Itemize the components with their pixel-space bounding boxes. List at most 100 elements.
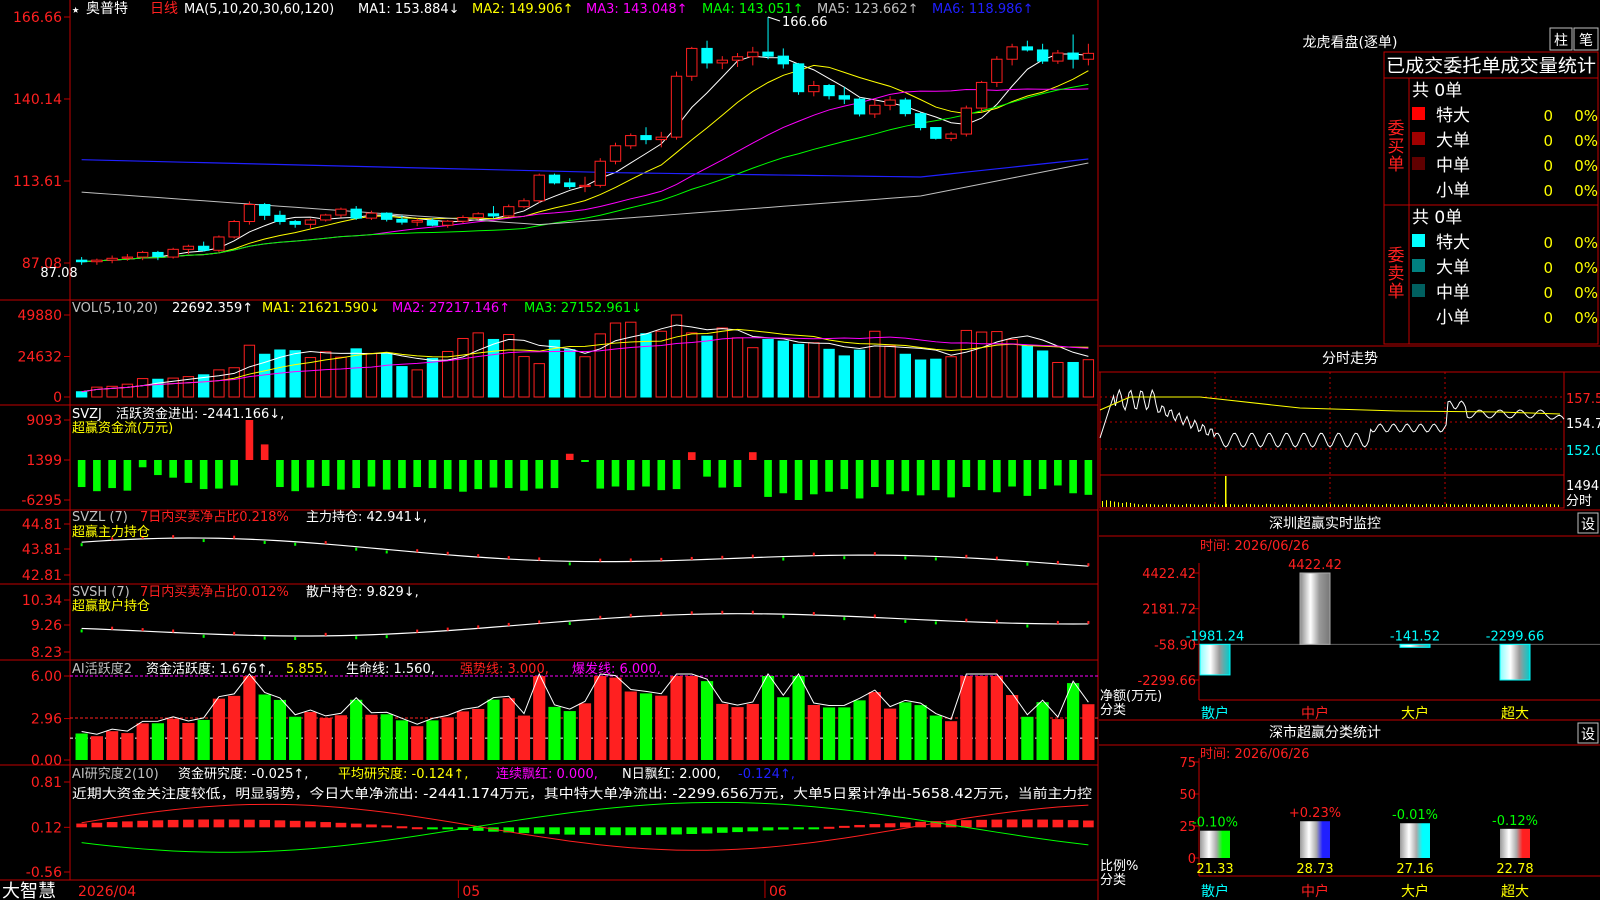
fenshi-vol-bar bbox=[1390, 504, 1391, 507]
screen: 166.66 140.14 113.61 87.08 166.66 87.08 奥普特 日线 M… bbox=[0, 0, 1600, 900]
svsh-dot bbox=[294, 636, 297, 640]
longhu-side-char: 委 bbox=[1388, 246, 1405, 266]
fenshi-vol-bar bbox=[1242, 505, 1243, 507]
fenshi-vol-bar bbox=[1102, 501, 1103, 507]
volume-bar-down bbox=[762, 338, 774, 398]
svsh-hold: 散户持仓: 9.829↓, bbox=[306, 584, 419, 600]
ai1-bar-up bbox=[167, 718, 180, 760]
svsh-dot bbox=[111, 626, 114, 630]
candle-body-up bbox=[975, 81, 988, 109]
candle-body-down bbox=[289, 221, 301, 225]
volume-bar-up bbox=[518, 356, 530, 398]
classify-title: 深市超赢分类统计 bbox=[1269, 724, 1381, 741]
svsh-dot bbox=[934, 621, 937, 625]
stroke-button-label[interactable]: 笔 bbox=[1579, 33, 1593, 49]
longhu-row-pct: 0% bbox=[1574, 259, 1598, 277]
ai1-bar-up bbox=[411, 726, 424, 760]
ai2-bar-up bbox=[854, 824, 865, 828]
fenshi-vol-bar bbox=[1198, 504, 1199, 507]
candle-body-down bbox=[930, 127, 942, 139]
candle-body-down bbox=[152, 251, 164, 257]
volume-bar-down bbox=[396, 366, 408, 398]
candle-body-up bbox=[121, 256, 134, 259]
svzj-bar-out bbox=[794, 460, 803, 500]
longhu-side-char: 买 bbox=[1388, 137, 1405, 157]
monitor-axis-title: 净额(万元) bbox=[1100, 689, 1162, 704]
classify-settings-label[interactable]: 设 bbox=[1581, 727, 1595, 743]
candle-body-up bbox=[411, 220, 423, 223]
classify-category-label: 散户 bbox=[1201, 883, 1229, 900]
fenshi-vol-bar bbox=[1502, 505, 1503, 507]
fenshi-vol-bar bbox=[1162, 505, 1163, 507]
ai1-bar-down bbox=[273, 699, 287, 760]
svzj-tick-label: 9093 bbox=[26, 413, 62, 429]
volume-bar-up bbox=[442, 350, 454, 398]
longhu-total: 共 0单 bbox=[1412, 81, 1462, 101]
ai1-bar-down bbox=[395, 720, 409, 760]
classify-category-label: 超大 bbox=[1501, 884, 1529, 900]
fenshi-vol-label: 1494 bbox=[1566, 479, 1599, 494]
ai1-bar-down bbox=[426, 720, 439, 760]
ai2-bar-down bbox=[793, 827, 804, 830]
ai2-bar-up bbox=[198, 819, 209, 828]
longhu-side-char: 委 bbox=[1388, 119, 1405, 139]
candle-body-down bbox=[823, 85, 835, 97]
candle-body-down bbox=[258, 204, 271, 216]
fenshi-vol-bar bbox=[1514, 504, 1515, 507]
volume-bar-up bbox=[533, 363, 545, 398]
svzl-dot bbox=[324, 541, 327, 545]
svzj-bar-out bbox=[504, 460, 513, 489]
volume-bar-up bbox=[609, 322, 622, 398]
fenshi-vol-bar bbox=[1510, 504, 1511, 507]
svzj-value: 活跃资金进出: -2441.166↓, bbox=[116, 406, 284, 422]
volume-bar-up bbox=[457, 337, 469, 398]
ma2-value: MA2: 149.906↑ bbox=[472, 2, 574, 17]
ai2-bar-up bbox=[411, 827, 423, 830]
ai1-bar-down bbox=[563, 711, 576, 760]
fenshi-vol-bar bbox=[1474, 504, 1475, 507]
ai1-bar-down bbox=[761, 676, 775, 760]
candle-body-up bbox=[320, 214, 332, 221]
max-price-label: 166.66 bbox=[782, 15, 828, 30]
candle-body-down bbox=[396, 218, 408, 223]
svzl-dot bbox=[629, 558, 632, 562]
longhu-row-pct: 0% bbox=[1574, 107, 1598, 125]
classify-value-label: 27.16 bbox=[1396, 862, 1433, 877]
fenshi-vol-bar bbox=[1142, 505, 1143, 507]
pillar-button-label[interactable]: 柱 bbox=[1554, 33, 1568, 49]
ai1-bar-up bbox=[990, 676, 1003, 760]
svzl-subtitle: 超赢主力持仓 bbox=[72, 524, 150, 540]
volume-bar-up bbox=[1082, 359, 1095, 398]
fenshi-vol-bar bbox=[1374, 504, 1375, 507]
svzj-bar-out bbox=[840, 460, 849, 490]
svzj-bar-in bbox=[565, 453, 574, 460]
ai2-bar-up bbox=[137, 820, 148, 828]
ai1-bar-up bbox=[960, 676, 973, 760]
fenshi-vol-bar bbox=[1466, 503, 1467, 507]
candle-body-up bbox=[884, 99, 896, 106]
ai2-name: AI研究度2(10) bbox=[72, 766, 159, 782]
fenshi-vol-bar bbox=[1126, 502, 1127, 507]
ai1-bar-up bbox=[472, 708, 485, 760]
stock-chart-canvas: 166.66140.14113.6187.08166.6687.08奥普特 日线 M… bbox=[0, 0, 1600, 900]
fenshi-vol-bar bbox=[1446, 503, 1447, 507]
monitor-settings-label[interactable]: 设 bbox=[1581, 517, 1595, 533]
fenshi-vol-bar bbox=[1230, 504, 1231, 507]
ai1-bar-down bbox=[792, 676, 805, 760]
fenshi-vol-bar bbox=[1306, 503, 1307, 507]
classify-change-label: -0.12% bbox=[1492, 814, 1538, 829]
ai1-bar-up bbox=[807, 705, 820, 760]
classify-change-label: +0.23% bbox=[1289, 806, 1341, 821]
svzj-tick-label: 1399 bbox=[26, 453, 62, 469]
ai2-bar-up bbox=[228, 819, 240, 828]
candle-body-up bbox=[594, 160, 606, 186]
volume-bar-up bbox=[320, 351, 332, 398]
ai2-bar-up bbox=[991, 819, 1003, 828]
fenshi-vol-bar bbox=[1402, 505, 1403, 507]
ai1-bar-up bbox=[441, 717, 454, 760]
ai1-bar-up bbox=[517, 715, 531, 760]
svzl-dot bbox=[904, 556, 907, 560]
svzj-bar-out bbox=[657, 460, 666, 491]
svzl-dot bbox=[233, 535, 236, 539]
svsh-dot bbox=[995, 619, 998, 623]
